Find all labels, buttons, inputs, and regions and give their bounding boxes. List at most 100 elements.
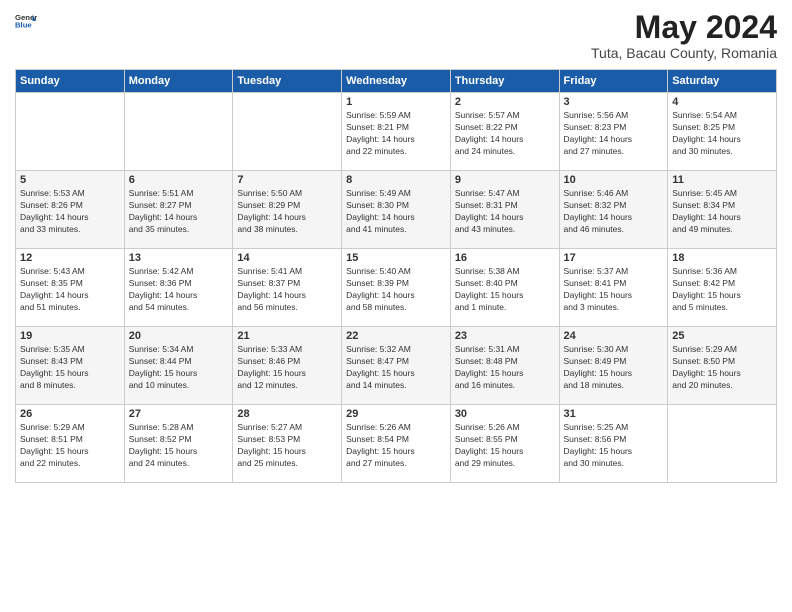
col-friday: Friday (559, 70, 668, 93)
calendar-table: Sunday Monday Tuesday Wednesday Thursday… (15, 69, 777, 483)
calendar-cell: 11 Sunrise: 5:45 AM Sunset: 8:34 PM Dayli… (668, 171, 777, 249)
calendar-cell: 20Sunrise: 5:34 AM Sunset: 8:44 PM Dayli… (124, 327, 233, 405)
day-number: 10 (564, 174, 664, 186)
cell-content: Sunrise: 5:43 AM Sunset: 8:35 PM Dayligh… (20, 266, 120, 314)
day-number: 15 (346, 252, 446, 264)
calendar-cell: 8Sunrise: 5:49 AM Sunset: 8:30 PM Daylig… (342, 171, 451, 249)
calendar-cell: 24 Sunrise: 5:30 AM Sunset: 8:49 PM Dayli… (559, 327, 668, 405)
calendar-cell: 9Sunrise: 5:47 AM Sunset: 8:31 PM Daylig… (450, 171, 559, 249)
day-number: 9 (455, 174, 555, 186)
cell-content: Sunrise: 5:56 AM Sunset: 8:23 PM Dayligh… (564, 110, 664, 158)
day-number: 14 (237, 252, 337, 264)
day-number: 22 (346, 330, 446, 342)
day-number: 12 (20, 252, 120, 264)
cell-content: Sunrise: 5:51 AM Sunset: 8:27 PM Dayligh… (129, 188, 229, 236)
calendar-cell: 22 Sunrise: 5:32 AM Sunset: 8:47 PM Dayli… (342, 327, 451, 405)
day-number: 8 (346, 174, 446, 186)
generalblue-logo-icon: General Blue (15, 10, 37, 32)
calendar-cell: 25 Sunrise: 5:29 AM Sunset: 8:50 PM Dayli… (668, 327, 777, 405)
day-number: 3 (564, 96, 664, 108)
cell-content: Sunrise: 5:33 AM Sunset: 8:46 PM Dayligh… (237, 344, 337, 392)
col-wednesday: Wednesday (342, 70, 451, 93)
calendar-cell: 6 Sunrise: 5:51 AM Sunset: 8:27 PM Daylig… (124, 171, 233, 249)
day-number: 18 (672, 252, 772, 264)
day-number: 4 (672, 96, 772, 108)
cell-content: Sunrise: 5:25 AM Sunset: 8:56 PM Dayligh… (564, 422, 664, 470)
day-number: 25 (672, 330, 772, 342)
calendar-cell: 17 Sunrise: 5:37 AM Sunset: 8:41 PM Dayli… (559, 249, 668, 327)
calendar-cell: 30 Sunrise: 5:26 AM Sunset: 8:55 PM Dayli… (450, 405, 559, 483)
day-number: 23 (455, 330, 555, 342)
cell-content: Sunrise: 5:46 AM Sunset: 8:32 PM Dayligh… (564, 188, 664, 236)
cell-content: Sunrise: 5:27 AM Sunset: 8:53 PM Dayligh… (237, 422, 337, 470)
calendar-cell (124, 93, 233, 171)
day-number: 11 (672, 174, 772, 186)
col-saturday: Saturday (668, 70, 777, 93)
page: General Blue May 2024 Tuta, Bacau County… (0, 0, 792, 612)
cell-content: Sunrise: 5:29 AM Sunset: 8:51 PM Dayligh… (20, 422, 120, 470)
calendar-cell: 19Sunrise: 5:35 AM Sunset: 8:43 PM Dayli… (16, 327, 125, 405)
calendar-cell: 2 Sunrise: 5:57 AM Sunset: 8:22 PM Daylig… (450, 93, 559, 171)
day-number: 13 (129, 252, 229, 264)
day-number: 29 (346, 408, 446, 420)
cell-content: Sunrise: 5:50 AM Sunset: 8:29 PM Dayligh… (237, 188, 337, 236)
day-number: 5 (20, 174, 120, 186)
cell-content: Sunrise: 5:45 AM Sunset: 8:34 PM Dayligh… (672, 188, 772, 236)
day-number: 26 (20, 408, 120, 420)
calendar-cell: 27 Sunrise: 5:28 AM Sunset: 8:52 PM Dayli… (124, 405, 233, 483)
day-number: 6 (129, 174, 229, 186)
calendar-cell: 28 Sunrise: 5:27 AM Sunset: 8:53 PM Dayli… (233, 405, 342, 483)
calendar-cell: 7 Sunrise: 5:50 AM Sunset: 8:29 PM Daylig… (233, 171, 342, 249)
week-row-2: 5Sunrise: 5:53 AM Sunset: 8:26 PM Daylig… (16, 171, 777, 249)
month-title: May 2024 (591, 10, 777, 45)
day-number: 30 (455, 408, 555, 420)
calendar-cell: 21 Sunrise: 5:33 AM Sunset: 8:46 PM Dayli… (233, 327, 342, 405)
day-number: 2 (455, 96, 555, 108)
calendar-cell: 29 Sunrise: 5:26 AM Sunset: 8:54 PM Dayli… (342, 405, 451, 483)
calendar-cell: 15 Sunrise: 5:40 AM Sunset: 8:39 PM Dayli… (342, 249, 451, 327)
cell-content: Sunrise: 5:35 AM Sunset: 8:43 PM Dayligh… (20, 344, 120, 392)
calendar-cell: 23 Sunrise: 5:31 AM Sunset: 8:48 PM Dayli… (450, 327, 559, 405)
col-thursday: Thursday (450, 70, 559, 93)
calendar-cell: 1Sunrise: 5:59 AM Sunset: 8:21 PM Daylig… (342, 93, 451, 171)
cell-content: Sunrise: 5:37 AM Sunset: 8:41 PM Dayligh… (564, 266, 664, 314)
week-row-1: 1Sunrise: 5:59 AM Sunset: 8:21 PM Daylig… (16, 93, 777, 171)
cell-content: Sunrise: 5:31 AM Sunset: 8:48 PM Dayligh… (455, 344, 555, 392)
calendar-cell: 5Sunrise: 5:53 AM Sunset: 8:26 PM Daylig… (16, 171, 125, 249)
cell-content: Sunrise: 5:29 AM Sunset: 8:50 PM Dayligh… (672, 344, 772, 392)
day-number: 21 (237, 330, 337, 342)
cell-content: Sunrise: 5:57 AM Sunset: 8:22 PM Dayligh… (455, 110, 555, 158)
calendar-cell: 18Sunrise: 5:36 AM Sunset: 8:42 PM Dayli… (668, 249, 777, 327)
cell-content: Sunrise: 5:32 AM Sunset: 8:47 PM Dayligh… (346, 344, 446, 392)
cell-content: Sunrise: 5:38 AM Sunset: 8:40 PM Dayligh… (455, 266, 555, 314)
day-number: 24 (564, 330, 664, 342)
day-number: 20 (129, 330, 229, 342)
day-number: 28 (237, 408, 337, 420)
calendar-cell: 12 Sunrise: 5:43 AM Sunset: 8:35 PM Dayli… (16, 249, 125, 327)
calendar-cell: 3 Sunrise: 5:56 AM Sunset: 8:23 PM Daylig… (559, 93, 668, 171)
svg-text:Blue: Blue (15, 21, 32, 30)
week-row-3: 12 Sunrise: 5:43 AM Sunset: 8:35 PM Dayli… (16, 249, 777, 327)
week-row-5: 26 Sunrise: 5:29 AM Sunset: 8:51 PM Dayli… (16, 405, 777, 483)
day-number: 27 (129, 408, 229, 420)
cell-content: Sunrise: 5:59 AM Sunset: 8:21 PM Dayligh… (346, 110, 446, 158)
cell-content: Sunrise: 5:42 AM Sunset: 8:36 PM Dayligh… (129, 266, 229, 314)
cell-content: Sunrise: 5:41 AM Sunset: 8:37 PM Dayligh… (237, 266, 337, 314)
cell-content: Sunrise: 5:40 AM Sunset: 8:39 PM Dayligh… (346, 266, 446, 314)
day-number: 17 (564, 252, 664, 264)
calendar-cell (668, 405, 777, 483)
cell-content: Sunrise: 5:26 AM Sunset: 8:54 PM Dayligh… (346, 422, 446, 470)
calendar-cell: 4Sunrise: 5:54 AM Sunset: 8:25 PM Daylig… (668, 93, 777, 171)
header: General Blue May 2024 Tuta, Bacau County… (15, 10, 777, 61)
col-monday: Monday (124, 70, 233, 93)
cell-content: Sunrise: 5:26 AM Sunset: 8:55 PM Dayligh… (455, 422, 555, 470)
day-number: 31 (564, 408, 664, 420)
cell-content: Sunrise: 5:28 AM Sunset: 8:52 PM Dayligh… (129, 422, 229, 470)
col-tuesday: Tuesday (233, 70, 342, 93)
day-number: 7 (237, 174, 337, 186)
calendar-cell: 16Sunrise: 5:38 AM Sunset: 8:40 PM Dayli… (450, 249, 559, 327)
calendar-cell: 13 Sunrise: 5:42 AM Sunset: 8:36 PM Dayli… (124, 249, 233, 327)
calendar-cell: 14 Sunrise: 5:41 AM Sunset: 8:37 PM Dayli… (233, 249, 342, 327)
calendar-cell (16, 93, 125, 171)
cell-content: Sunrise: 5:30 AM Sunset: 8:49 PM Dayligh… (564, 344, 664, 392)
